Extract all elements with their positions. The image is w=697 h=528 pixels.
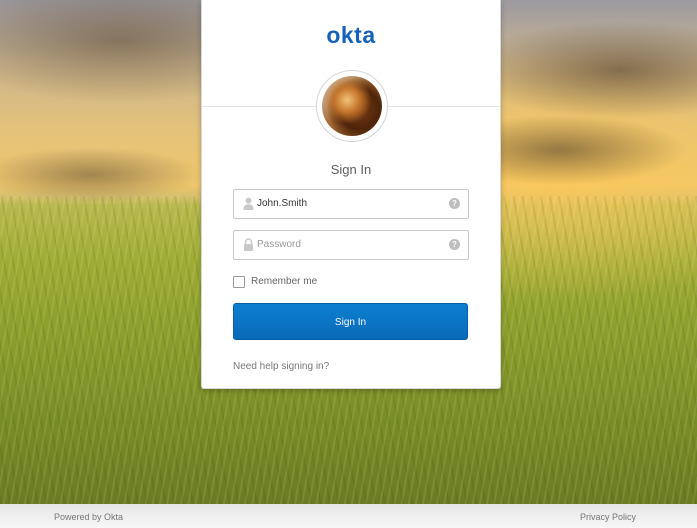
okta-logo: okta — [326, 22, 376, 48]
need-help-link[interactable]: Need help signing in? — [233, 361, 329, 372]
avatar-frame — [316, 70, 388, 142]
page-title: Sign In — [330, 162, 372, 177]
user-icon — [243, 197, 254, 210]
divider-right — [388, 106, 500, 107]
lock-icon — [244, 238, 253, 251]
sign-in-card: okta Sign In John.Smith ? Password ? Rem… — [201, 0, 501, 389]
password-placeholder: Password — [257, 239, 301, 250]
username-field[interactable]: John.Smith ? — [233, 189, 469, 219]
username-value: John.Smith — [257, 198, 308, 209]
question-circle-icon[interactable]: ? — [449, 198, 460, 209]
avatar — [322, 76, 382, 136]
question-circle-icon[interactable]: ? — [449, 239, 460, 250]
privacy-policy-link[interactable]: Privacy Policy — [580, 512, 636, 522]
remember-me-label[interactable]: Remember me — [251, 276, 317, 287]
remember-me-checkbox[interactable] — [233, 276, 245, 288]
powered-by-okta-link[interactable]: Powered by Okta — [54, 512, 123, 522]
sign-in-button[interactable]: Sign In — [233, 303, 468, 340]
password-field[interactable]: Password ? — [233, 230, 469, 260]
footer: Powered by Okta Privacy Policy — [0, 504, 697, 528]
divider-left — [202, 106, 316, 107]
